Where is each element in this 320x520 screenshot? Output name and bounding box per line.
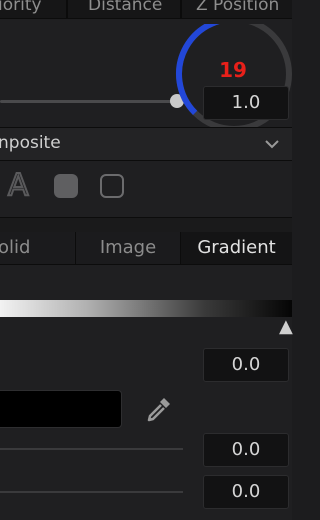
tab-image[interactable]: Image (76, 232, 180, 264)
tab-gradient[interactable]: Gradient (181, 232, 292, 264)
composite-title: nposite (0, 133, 61, 153)
tab-separator (180, 0, 182, 18)
gradient-stop-marker-icon[interactable]: ▲ (279, 318, 293, 336)
gradient-position-field[interactable]: 0.0 (203, 348, 289, 382)
tab-solid[interactable]: olid (0, 232, 74, 264)
value-field-2[interactable]: 0.0 (203, 433, 289, 467)
text-a-icon[interactable]: A (7, 167, 29, 204)
color-swatch[interactable] (0, 390, 122, 428)
slider-track[interactable] (0, 100, 172, 103)
tab-distance[interactable]: Distance (88, 0, 178, 16)
tab-z-position[interactable]: Z Position (196, 0, 292, 16)
slider-track[interactable] (0, 491, 183, 493)
filled-rounded-square-icon[interactable] (54, 174, 78, 198)
value-field-3[interactable]: 0.0 (203, 475, 289, 509)
size-value-field[interactable]: 1.0 (203, 86, 289, 120)
gradient-preview-bar[interactable] (0, 300, 292, 317)
tab-priority[interactable]: iority (0, 0, 56, 16)
chevron-down-icon[interactable] (264, 138, 280, 150)
spacer (0, 218, 292, 232)
dial-value: 19 (219, 58, 247, 82)
shape-button-row (0, 161, 292, 217)
slider-track[interactable] (0, 448, 183, 450)
tab-separator (66, 0, 68, 18)
composite-header[interactable]: nposite (0, 128, 292, 160)
outline-rounded-square-icon[interactable] (100, 174, 124, 198)
eyedropper-icon[interactable] (144, 394, 174, 424)
top-tab-bar: iority Distance Z Position (0, 0, 292, 18)
